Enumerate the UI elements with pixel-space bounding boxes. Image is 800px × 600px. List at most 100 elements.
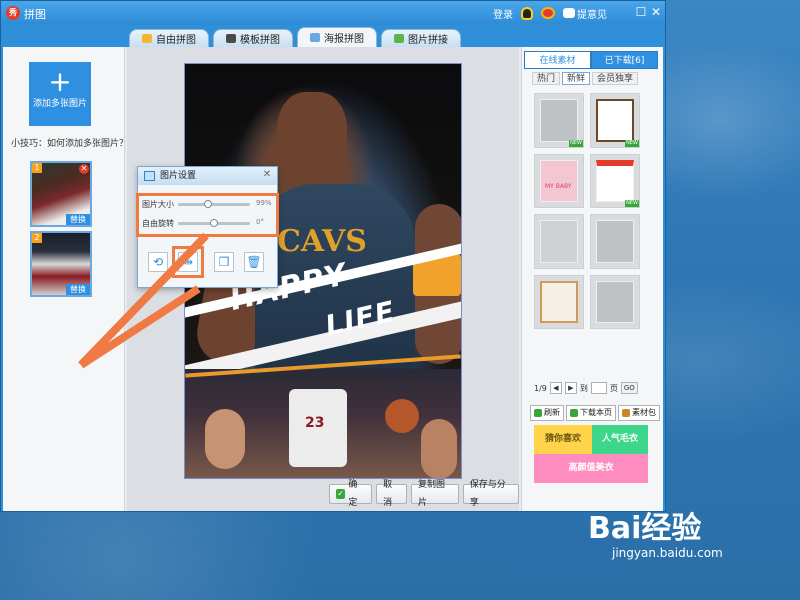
title-bar[interactable]: 秀 拼图 登录 提意见 ☐ ✕ [1,1,665,25]
jersey-text: CAVS [277,224,367,259]
thumbnail-number: 2 [32,233,42,243]
download-page-button[interactable]: 下载本页 [566,405,616,421]
promo-banner[interactable]: 高颜值美衣 [534,454,648,483]
refresh-button[interactable]: 刷新 [530,405,564,421]
template-item[interactable] [590,214,640,269]
promo-banners: 猜你喜欢 人气毛衣 高颜值美衣 [534,425,648,483]
prev-page-icon[interactable]: ◀ [549,382,562,394]
client-area: + 添加多张图片 小技巧：如何添加多张图片？ 1 ✕ 替换 2 替换 CAVS … [3,47,663,511]
materials-panel: 在线素材 已下载[6] 热门 新鲜 会员独享 NEW NEW MY BABY N… [521,47,663,511]
weibo-icon[interactable] [541,7,555,19]
template-grid: NEW NEW MY BABY NEW [534,93,640,329]
settings-highlight [136,193,279,237]
confirm-button[interactable]: ✓ 确定 [329,480,373,508]
close-window-button[interactable]: ✕ [649,5,663,19]
player-head [277,92,347,184]
rotate-icon: ⟲ [152,255,164,269]
delete-icon[interactable]: ✕ [79,164,89,174]
cancel-button[interactable]: 取消 [376,480,407,508]
tab-template-collage[interactable]: 模板拼图 [213,29,293,47]
window-title: 拼图 [24,8,46,21]
template-item[interactable]: NEW [590,153,640,208]
new-badge: NEW [625,200,639,207]
template-item[interactable] [590,274,640,329]
promo-banner[interactable]: 猜你喜欢 [534,425,592,454]
feedback-label: 提意见 [577,9,607,21]
tab-downloaded[interactable]: 已下载[6] [591,51,658,69]
tab-label: 海报拼图 [324,34,364,45]
material-pack-button[interactable]: 素材包 [618,405,660,421]
title-bar-actions: 登录 提意见 [493,5,607,21]
mode-tabs: 自由拼图 模板拼图 海报拼图 图片拼接 [129,27,465,47]
template-item[interactable]: NEW [590,93,640,148]
login-link[interactable]: 登录 [493,6,513,21]
refresh-label: 刷新 [544,408,560,417]
page-indicator: 1/9 [534,383,547,393]
delete-image-button[interactable]: 🗑 [244,252,264,272]
watermark-site: jingyan.baidu.com [612,546,723,560]
tab-label: 图片拼接 [408,35,448,46]
template-item[interactable] [534,214,584,269]
tip-link[interactable]: 小技巧：如何添加多张图片？ [11,136,128,149]
image-list-panel: + 添加多张图片 小技巧：如何添加多张图片？ 1 ✕ 替换 2 替换 [3,47,128,511]
player-number: 23 [305,415,325,431]
template-item[interactable]: NEW [534,93,584,148]
go-button[interactable]: GO [620,382,638,394]
materials-tabs: 在线素材 已下载[6] [524,51,658,69]
next-page-icon[interactable]: ▶ [564,382,577,394]
image-settings-dialog: 图片设置 ✕ 图片大小 99% 自由旋转 0° ⟲ ⇹ ❐ 🗑 [136,166,279,288]
maximize-button[interactable]: ☐ [634,5,648,19]
template-item[interactable] [534,274,584,329]
tab-free-collage[interactable]: 自由拼图 [129,29,209,47]
image-stitch-icon [394,34,404,43]
confirm-label: 确定 [348,480,358,508]
filter-members[interactable]: 会员独享 [592,72,639,85]
new-badge: NEW [569,139,583,147]
dialog-title-bar[interactable]: 图片设置 ✕ [138,167,277,185]
package-icon [622,409,630,417]
material-filters: 热门 新鲜 会员独享 [532,72,639,85]
filter-fresh[interactable]: 新鲜 [562,72,591,85]
replace-button[interactable]: 替换 [66,214,90,225]
copy-icon: ❐ [218,255,230,269]
copy-image-button[interactable]: 复制图片 [411,480,459,508]
template-collage-icon [226,34,236,43]
qq-icon[interactable] [521,6,533,20]
filter-hot[interactable]: 热门 [532,72,561,85]
check-icon: ✓ [336,489,346,499]
save-share-button[interactable]: 保存与分享 [462,480,519,508]
baidu-jingyan-watermark: Bai经验 jingyan.baidu.com [588,512,723,561]
speech-bubble-icon [563,8,575,18]
canvas-actions: ✓ 确定 取消 复制图片 保存与分享 [329,480,519,508]
poster-collage-icon [310,33,320,42]
download-icon [570,409,578,417]
template-text: MY BABY [545,182,572,190]
close-icon[interactable]: ✕ [261,169,273,181]
page-input[interactable] [590,382,607,394]
dialog-title: 图片设置 [160,171,197,181]
plus-icon: + [48,65,72,98]
tab-image-stitch[interactable]: 图片拼接 [381,29,461,47]
promo-banner[interactable]: 人气毛衣 [592,425,648,454]
free-collage-icon [142,34,152,43]
new-badge: NEW [625,139,639,147]
tab-online-materials[interactable]: 在线素材 [524,51,591,69]
page-unit-label: 页 [609,383,618,393]
thumbnail-number: 1 [32,163,42,173]
template-item[interactable]: MY BABY [534,153,584,208]
image-thumbnail[interactable]: 2 替换 [30,231,92,297]
tab-poster-collage[interactable]: 海报拼图 [297,27,377,47]
image-thumbnail[interactable]: 1 ✕ 替换 [30,161,92,227]
background-person [421,419,457,478]
add-images-label: 添加多张图片 [32,99,87,109]
image-icon [144,171,155,181]
feedback-link[interactable]: 提意见 [563,6,607,21]
tab-label: 模板拼图 [240,35,280,46]
poster-bottom-photo[interactable]: 23 [185,369,461,478]
rotate-button[interactable]: ⟲ [148,252,168,272]
replace-button[interactable]: 替换 [66,284,90,295]
add-images-button[interactable]: + 添加多张图片 [29,62,91,126]
app-logo-icon: 秀 [6,6,20,20]
trash-icon: 🗑 [246,255,262,269]
copy-image-tool-button[interactable]: ❐ [214,252,234,272]
